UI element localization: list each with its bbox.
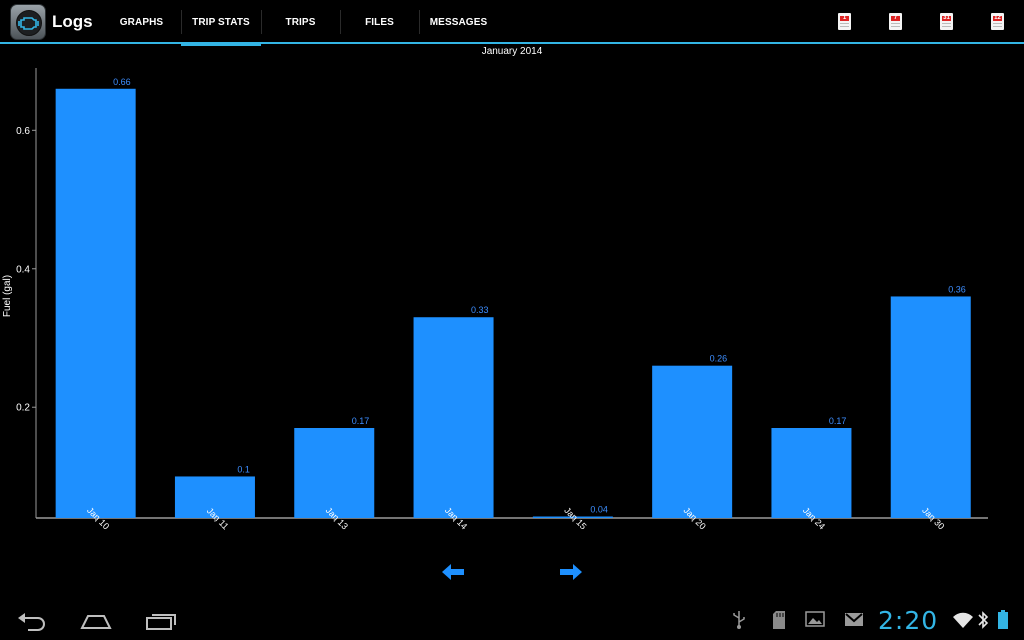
bar-value-label: 0.04 — [590, 505, 608, 515]
arrow-right-icon[interactable] — [558, 562, 584, 587]
y-tick-label: 0.2 — [16, 403, 30, 414]
calendar-day-icon[interactable]: 1 — [838, 13, 851, 30]
bluetooth-icon — [977, 610, 989, 635]
tab-messages[interactable]: MESSAGES — [419, 0, 498, 44]
app-title: Logs — [52, 12, 93, 31]
tab-files[interactable]: FILES — [340, 0, 419, 44]
tab-graphs[interactable]: GRAPHS — [102, 0, 181, 44]
bar — [294, 428, 375, 518]
action-bar: Logs GRAPHS TRIP STATS TRIPS FILES MESSA… — [0, 0, 1024, 46]
bar — [55, 88, 136, 518]
y-tick-label: 0.6 — [16, 126, 30, 137]
recent-apps-icon[interactable] — [145, 611, 177, 636]
calendar-week-icon[interactable]: 7 — [889, 13, 902, 30]
sd-card-icon — [772, 610, 786, 635]
battery-icon — [997, 610, 1009, 635]
tab-trips[interactable]: TRIPS — [261, 0, 340, 44]
clock: 2:20 — [878, 606, 939, 635]
bar — [890, 296, 971, 518]
bar-value-label: 0.33 — [471, 305, 489, 315]
usb-icon — [732, 610, 746, 635]
bar-value-label: 0.17 — [352, 416, 370, 426]
back-icon[interactable] — [16, 612, 48, 637]
wifi-icon — [952, 611, 974, 634]
picture-icon — [805, 610, 825, 633]
bar-value-label: 0.1 — [237, 464, 250, 474]
bar-value-label: 0.36 — [948, 284, 966, 294]
y-axis-label: Fuel (gal) — [2, 275, 13, 317]
calendar-year-icon[interactable]: 12 — [991, 13, 1004, 30]
home-icon[interactable] — [80, 612, 112, 635]
bar — [652, 365, 733, 518]
tab-bar: GRAPHS TRIP STATS TRIPS FILES MESSAGES — [102, 0, 498, 46]
bar-value-label: 0.17 — [829, 416, 847, 426]
calendar-month-icon[interactable]: 31 — [940, 13, 953, 30]
bar — [413, 317, 494, 518]
fuel-bar-chart: 0.20.40.6Fuel (gal)0.66Jan 100.1Jan 110.… — [2, 68, 988, 531]
system-bar: 2:20 — [0, 600, 1024, 640]
bar-value-label: 0.26 — [710, 354, 728, 364]
chart-title: January 2014 — [481, 46, 543, 57]
engine-icon[interactable] — [10, 4, 46, 40]
gmail-icon — [844, 610, 864, 633]
arrow-left-icon[interactable] — [440, 562, 466, 587]
bar — [771, 428, 852, 518]
app-root: Logs GRAPHS TRIP STATS TRIPS FILES MESSA… — [0, 0, 1024, 640]
bar-value-label: 0.66 — [113, 77, 131, 87]
tab-trip-stats[interactable]: TRIP STATS — [181, 0, 261, 46]
y-tick-label: 0.4 — [16, 264, 30, 275]
